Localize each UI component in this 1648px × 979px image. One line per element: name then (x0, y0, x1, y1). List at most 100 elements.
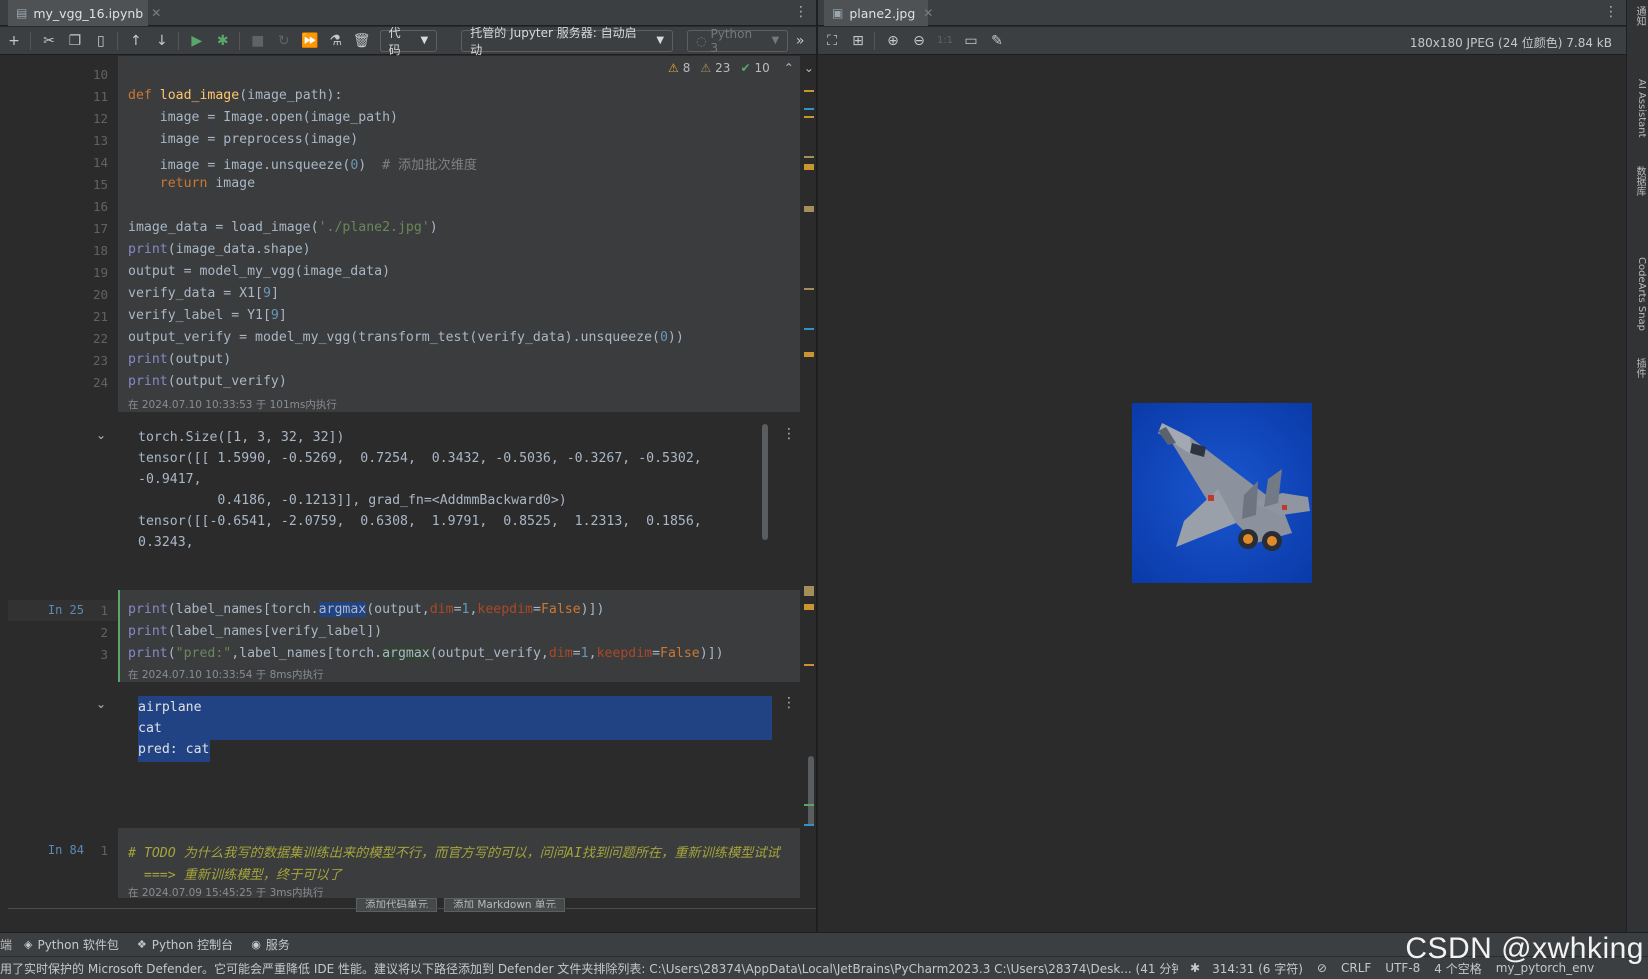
code-line: output_verify = model_my_vgg(transform_t… (128, 330, 684, 345)
notebook-file-icon: ▤ (16, 5, 28, 20)
output-scrollbar[interactable] (762, 424, 768, 540)
output-line: tensor([[ 1.5990, -0.5269, 0.7254, 0.343… (138, 451, 702, 466)
line-number: 1 (100, 603, 108, 618)
move-up-icon[interactable]: ↑ (124, 30, 148, 52)
restart-kernel-icon[interactable]: ↻ (272, 30, 296, 52)
collapse-output-icon[interactable]: ⌄ (96, 428, 106, 442)
ai-assistant-tool[interactable]: AI Assistant (1629, 68, 1647, 148)
fit-image-icon[interactable]: ▭ (959, 30, 983, 52)
run-cell-icon[interactable]: ▶ (185, 30, 209, 52)
read-only-icon[interactable]: ⊘ (1317, 961, 1327, 975)
cell-1-execution-info: 在 2024.07.10 10:33:53 于 101ms内执行 (128, 399, 337, 411)
add-cell-icon[interactable]: + (2, 30, 26, 52)
line-number: 24 (92, 375, 108, 390)
paste-icon[interactable]: ▯ (89, 30, 113, 52)
cell-type-value: 代码 (388, 25, 401, 57)
run-all-icon[interactable]: ⏩ (298, 30, 322, 52)
python-icon: ◌ (696, 33, 707, 48)
python-console-label: Python 控制台 (151, 938, 234, 952)
output-selection (138, 696, 772, 740)
line-number: 23 (92, 353, 108, 368)
toolbar-divider (116, 31, 118, 50)
code-line: return image (159, 176, 256, 191)
actual-size-button[interactable]: 1:1 (933, 30, 957, 52)
image-info: 180x180 JPEG (24 位颜色) 7.84 kB (1409, 36, 1612, 50)
debug-icon[interactable]: ✱ (211, 30, 235, 52)
line-number: 16 (92, 199, 108, 214)
output-menu-icon[interactable]: ⋮ (782, 695, 796, 711)
line-number: 11 (92, 89, 108, 104)
editor-bottom-divider (8, 908, 816, 909)
watermark: CSDN @xwhking (1405, 932, 1644, 965)
copy-icon[interactable]: ❐ (63, 30, 87, 52)
output-menu-icon[interactable]: ⋮ (782, 426, 796, 442)
chevron-down-icon: ▼ (771, 35, 780, 46)
fit-to-window-icon[interactable]: ⛶ (820, 30, 844, 52)
status-bar: 用了实时保护的 Microsoft Defender。它可能会严重降低 IDE … (0, 956, 1648, 979)
defender-warning-message[interactable]: 用了实时保护的 Microsoft Defender。它可能会严重降低 IDE … (0, 960, 1178, 977)
line-number: 1 (100, 843, 108, 858)
toolbar-overflow-icon[interactable]: » (788, 30, 812, 52)
line-number: 13 (92, 133, 108, 148)
viewer-tab-menu-icon[interactable]: ⋮ (1604, 4, 1618, 20)
layers-icon: ◈ (24, 938, 33, 951)
code-line: image = Image.open(image_path) (128, 110, 398, 125)
line-number: 22 (92, 331, 108, 346)
right-tool-strip: 通知 AI Assistant 数据库 CodeArts Snap 插件 (1626, 0, 1648, 932)
cell-2-execution-info: 在 2024.07.10 10:33:54 于 8ms内执行 (128, 669, 324, 681)
color-picker-icon[interactable]: ✎ (985, 30, 1009, 52)
editor-tab-menu-icon[interactable]: ⋮ (794, 4, 808, 20)
python-console-button[interactable]: ❖ Python 控制台 (137, 936, 233, 953)
stop-icon[interactable]: ■ (246, 30, 270, 52)
error-stripe[interactable] (802, 56, 816, 856)
chevron-down-icon: ▼ (656, 35, 665, 46)
line-number: 2 (100, 625, 108, 640)
todo-comment-line: ===> 重新训练模型，终于可以了 (128, 868, 342, 883)
close-tab-icon[interactable]: ✕ (151, 6, 161, 20)
add-code-cell-button[interactable]: 添加代码单元 (356, 898, 437, 912)
output-line: pred: cat (138, 742, 210, 757)
cell-type-dropdown[interactable]: 代码 ▼ (379, 26, 438, 57)
line-number: 19 (92, 265, 108, 280)
codearts-snap-tool[interactable]: CodeArts Snap (1629, 244, 1647, 344)
output-line: cat (138, 721, 162, 736)
python-packages-button[interactable]: ◈ Python 软件包 (24, 936, 119, 953)
collapse-output-icon[interactable]: ⌄ (96, 697, 106, 711)
cut-icon[interactable]: ✂ (37, 30, 61, 52)
cell-3-execution-info: 在 2024.07.09 15:45:25 于 3ms内执行 (128, 887, 324, 899)
code-line: print(output) (128, 352, 232, 367)
tab-image-label: plane2.jpg (849, 5, 916, 21)
code-line: output = model_my_vgg(image_data) (128, 264, 391, 279)
python-packages-label: Python 软件包 (37, 938, 119, 952)
delete-cell-icon[interactable]: 🗑 (350, 30, 374, 52)
kernel-dropdown[interactable]: ◌ Python 3 ▼ (687, 27, 789, 55)
tab-notebook-file[interactable]: ▤ my_vgg_16.ipynb ✕ (8, 0, 161, 26)
plugins-tool[interactable]: 插件 (1629, 358, 1647, 378)
tab-image-file[interactable]: ▣ plane2.jpg ✕ (824, 0, 933, 26)
tool-window-bar: 端 ◈ Python 软件包 ❖ Python 控制台 ◉ 服务 (0, 932, 1648, 956)
cursor-position[interactable]: 314:31 (6 字符) (1212, 960, 1303, 977)
line-number: 21 (92, 309, 108, 324)
zoom-out-icon[interactable]: ⊖ (907, 30, 931, 52)
close-tab-icon[interactable]: ✕ (923, 6, 933, 20)
previous-highlight-icon[interactable]: ⌃ (784, 61, 794, 75)
clear-outputs-icon[interactable]: ⚗ (324, 30, 348, 52)
output-line: torch.Size([1, 3, 32, 32]) (138, 430, 345, 445)
move-down-icon[interactable]: ↓ (150, 30, 174, 52)
add-markdown-cell-button[interactable]: 添加 Markdown 单元 (444, 898, 565, 912)
output-line: 0.3243, (138, 535, 194, 550)
inspection-widget[interactable]: ⚠ 8 ⚠ 23 ✔ 10 ⌃ ⌄ (668, 61, 814, 75)
grid-icon[interactable]: ⊞ (846, 30, 870, 52)
services-button[interactable]: ◉ 服务 (251, 936, 290, 953)
database-tool[interactable]: 数据库 (1629, 166, 1647, 196)
line-separator[interactable]: CRLF (1341, 961, 1371, 975)
warning-icon: ⚠ (668, 61, 679, 75)
code-line: print(image_data.shape) (128, 242, 311, 257)
line-number: 3 (100, 647, 108, 662)
jupyter-server-dropdown[interactable]: 托管的 Jupyter 服务器: 自动启动 ▼ (461, 26, 674, 57)
notifications-tool[interactable]: 通知 (1629, 6, 1647, 26)
tab-notebook-label: my_vgg_16.ipynb (33, 5, 144, 21)
notification-icon[interactable]: ✱ (1190, 961, 1200, 975)
line-number: 14 (92, 155, 108, 170)
zoom-in-icon[interactable]: ⊕ (881, 30, 905, 52)
